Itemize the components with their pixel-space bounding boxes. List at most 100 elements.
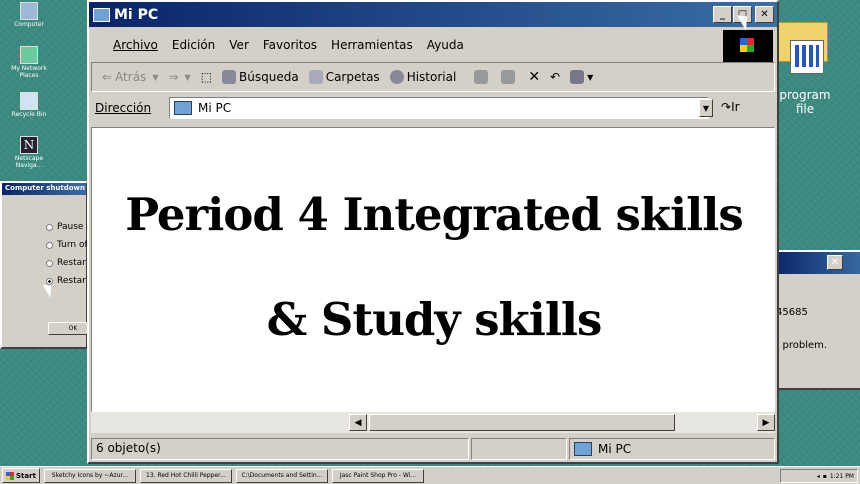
taskbar-button-sketchy-icons[interactable]: Sketchy Icons by ~Azur... [43, 468, 136, 483]
menu-ayuda[interactable]: Ayuda [427, 38, 464, 52]
menu-edicion[interactable]: Edición [172, 38, 215, 52]
chevron-down-icon: ▼ [184, 72, 191, 82]
address-bar: Dirección Mi PC ▼ ↷Ir [91, 94, 775, 122]
netscape-icon: N [20, 136, 38, 154]
folders-button[interactable]: Carpetas [308, 70, 380, 84]
search-label: Búsqueda [239, 70, 299, 84]
undo-button[interactable]: ↶ [550, 70, 560, 84]
desktop-icon-network[interactable]: My Network Places [4, 46, 54, 79]
scroll-right-button[interactable]: ▶ [757, 414, 775, 431]
slide-title-line1: Period 4 Integrated skills [125, 188, 743, 241]
chevron-down-icon: ▼ [587, 72, 594, 82]
scroll-thumb[interactable] [369, 414, 675, 431]
shutdown-dialog: Computer shutdown Pause Turn of Restar R… [0, 181, 98, 349]
computer-icon [20, 2, 38, 20]
menu-favoritos[interactable]: Favoritos [263, 38, 317, 52]
folders-label: Carpetas [325, 70, 380, 84]
dialog-text-code: 45685 [776, 307, 808, 318]
task-label: 13. Red Hot Chilli Pepper... [146, 472, 226, 479]
go-button[interactable]: ↷Ir [721, 100, 740, 114]
task-label: C:\Documents and Settin... [241, 472, 323, 479]
program-file-glyph-icon [795, 45, 819, 67]
desktop-icon-netscape[interactable]: N Netscape Naviga... [4, 136, 54, 169]
back-label: Atrás [115, 70, 147, 84]
address-dropdown-button[interactable]: ▼ [699, 99, 713, 117]
status-objects: 6 objeto(s) [91, 438, 469, 460]
desktop-icon-computer[interactable]: Computer [4, 2, 54, 28]
menu-ver[interactable]: Ver [229, 38, 249, 52]
start-button[interactable]: Start [2, 468, 40, 483]
shutdown-option-restart[interactable]: Restar [46, 258, 86, 268]
desktop-icon-label: Computer [14, 21, 44, 28]
copy-to-button[interactable] [501, 70, 518, 84]
close-icon[interactable]: ✕ [827, 255, 843, 270]
history-label: Historial [406, 70, 457, 84]
shutdown-option-pause[interactable]: Pause [46, 222, 83, 232]
shutdown-option-turn-off[interactable]: Turn of [46, 240, 88, 250]
system-tray: ◂ ▪ 1:21 PM [780, 469, 858, 483]
option-label: Pause [57, 222, 84, 232]
explorer-window: Mi PC _ □ ✕ Archivo Edición Ver Favorito… [87, 0, 779, 464]
slide-title-line2: & Study skills [266, 293, 603, 346]
taskbar-button-paint-shop-pro[interactable]: Jasc Paint Shop Pro - Wi... [331, 468, 424, 483]
search-icon [222, 70, 237, 84]
delete-button[interactable]: ✕ [528, 69, 540, 85]
task-label: Jasc Paint Shop Pro - Wi... [339, 472, 417, 479]
recycle-bin-icon [20, 92, 38, 110]
address-label: Dirección [95, 101, 152, 115]
option-label: Restar [57, 276, 86, 286]
views-button[interactable]: ▼ [570, 70, 593, 84]
undo-icon: ↶ [550, 70, 561, 84]
window-title: Mi PC [114, 6, 159, 23]
clock[interactable]: 1:21 PM [830, 473, 854, 480]
task-label: Sketchy Icons by ~Azur... [51, 472, 129, 479]
volume-icon[interactable]: ◂ [817, 473, 820, 480]
radio-icon [46, 223, 53, 231]
back-button[interactable]: ⇐ Atrás ▼ [102, 70, 158, 84]
taskbar-button-explorer[interactable]: C:\Documents and Settin... [235, 468, 328, 483]
status-middle [471, 438, 567, 460]
history-button[interactable]: Historial [389, 70, 457, 84]
taskbar: Start Sketchy Icons by ~Azur... 13. Red … [0, 466, 860, 484]
taskbar-button-winamp[interactable]: 13. Red Hot Chilli Pepper... [139, 468, 232, 483]
go-label: Ir [731, 100, 740, 114]
desktop-icon-label: My Network Places [11, 65, 47, 79]
shutdown-dialog-title: Computer shutdown [2, 183, 86, 195]
search-button[interactable]: Búsqueda [222, 70, 299, 84]
program-file-icon[interactable] [790, 40, 824, 74]
scroll-left-button[interactable]: ◀ [349, 414, 367, 431]
toolbar: ⇐ Atrás ▼ ⇒ ▼ ⬚ Búsqueda Carpetas Historial… [91, 62, 775, 92]
menu-herramientas[interactable]: Herramientas [331, 38, 413, 52]
content-pane[interactable]: Period 4 Integrated skills & Study skill… [91, 127, 775, 412]
horizontal-scrollbar[interactable]: ◀ ▶ [91, 412, 775, 433]
network-tray-icon[interactable]: ▪ [823, 473, 827, 480]
history-icon [389, 70, 404, 84]
shutdown-option-restart-2[interactable]: Restar [46, 276, 86, 286]
go-arrow-icon: ↷ [721, 100, 732, 114]
radio-icon [46, 259, 53, 267]
chevron-down-icon: ▼ [152, 72, 159, 82]
minimize-button[interactable]: _ [713, 6, 732, 23]
desktop-icon-recycle-bin[interactable]: Recycle Bin [4, 92, 54, 118]
status-location: Mi PC [569, 438, 775, 460]
windows-logo-icon [723, 30, 773, 62]
move-to-button[interactable] [474, 70, 491, 84]
option-label: Restar [57, 258, 86, 268]
up-folder-icon: ⬚ [200, 70, 213, 84]
forward-button[interactable]: ⇒ ▼ [168, 70, 190, 84]
explorer-titlebar[interactable]: Mi PC _ □ ✕ [89, 2, 777, 27]
up-folder-button[interactable]: ⬚ [201, 70, 212, 84]
forward-arrow-icon: ⇒ [168, 70, 179, 84]
menu-bar: Archivo Edición Ver Favoritos Herramient… [91, 29, 775, 61]
windows-flag-icon [740, 38, 754, 52]
my-computer-icon [174, 101, 192, 115]
background-dialog-titlebar: ✕ [772, 252, 860, 274]
address-input[interactable]: Mi PC [169, 97, 709, 119]
start-label: Start [16, 471, 36, 480]
copy-to-icon [501, 70, 516, 84]
back-arrow-icon: ⇐ [102, 70, 113, 84]
delete-icon: ✕ [528, 69, 541, 85]
windows-flag-icon [6, 471, 14, 480]
menu-archivo[interactable]: Archivo [113, 38, 158, 52]
close-button[interactable]: ✕ [755, 6, 774, 23]
